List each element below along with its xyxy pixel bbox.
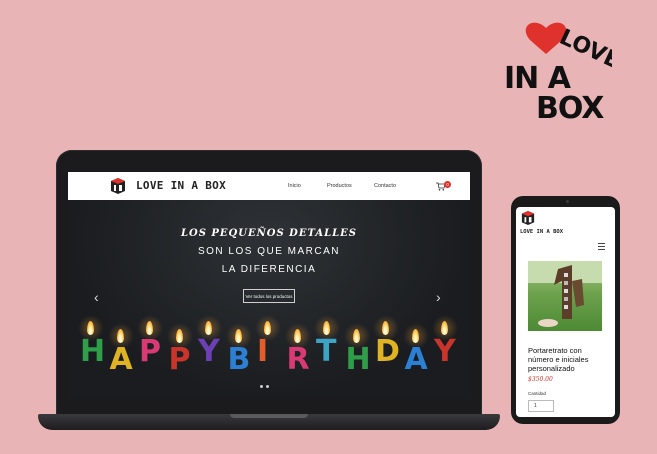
slider-dot[interactable] [260, 385, 263, 388]
laptop-screen: LOVE IN A BOX Inicio Productos Contacto … [68, 172, 470, 398]
candle-flame [293, 329, 301, 343]
candle-flame [87, 321, 94, 335]
site-header: LOVE IN A BOX Inicio Productos Contacto … [68, 172, 470, 200]
site-brand-name[interactable]: LOVE IN A BOX [136, 179, 226, 192]
phone-camera [566, 200, 569, 203]
candle-flame [205, 321, 212, 335]
hero-title-line3: LA DIFERENCIA [221, 264, 317, 275]
candle-letter: Y [198, 334, 220, 369]
product-title: Portaretrato con número e iniciales pers… [528, 346, 589, 373]
product-photo [528, 261, 602, 327]
brand-logo: LOVE IN A BOX [504, 22, 612, 124]
cart-count-badge: 0 [444, 181, 451, 188]
hero-title-line2: SON LOS QUE MARCAN [197, 246, 341, 257]
candle-flame [441, 321, 448, 335]
candle-flame [352, 329, 360, 343]
quantity-input[interactable]: 1 [528, 400, 554, 412]
candle-letter: P [168, 342, 191, 377]
chevron-right-icon[interactable]: › [436, 290, 441, 304]
candle-letter: T [316, 334, 337, 369]
phone-screen: LOVE IN A BOX Portaretrato con número e … [516, 207, 615, 417]
chevron-left-icon[interactable]: ‹ [94, 290, 99, 304]
box-logo-icon[interactable] [521, 210, 535, 226]
cart-button[interactable]: 0 [436, 181, 452, 191]
candle-letter: A [109, 342, 133, 377]
candle-letter: A [404, 342, 428, 377]
menu-icon[interactable] [598, 243, 605, 252]
candle-flame [234, 329, 242, 343]
laptop-notch [230, 414, 308, 418]
candle-letter: I [257, 334, 269, 369]
candle-flame [175, 329, 183, 343]
hero-banner: LOS PEQUEÑOS DETALLES SON LOS QUE MARCAN… [68, 200, 470, 398]
candle-flame [323, 321, 330, 335]
candle-letter: P [139, 334, 161, 369]
candle-flame [146, 321, 153, 335]
box-logo-icon[interactable] [110, 177, 126, 195]
candle-flame [411, 329, 419, 343]
candle-flame [116, 329, 124, 343]
candle-flame [382, 321, 389, 335]
hero-title-line1: LOS PEQUEÑOS DETALLES [180, 228, 358, 239]
candle-letter: Y [434, 334, 456, 369]
nav-productos[interactable]: Productos [327, 183, 352, 189]
candle-flame [264, 321, 271, 335]
slider-dot[interactable] [266, 385, 269, 388]
view-all-products-button[interactable]: Ver todos los productos [243, 289, 295, 303]
slider-dots[interactable] [260, 375, 272, 393]
logo-box-text: BOX [536, 91, 604, 124]
candle-letter: R [286, 342, 310, 377]
candle-letter: H [345, 342, 371, 377]
product-price: $350.00 [528, 376, 553, 383]
candle-letter: B [227, 342, 251, 377]
quantity-label: Cantidad [528, 391, 547, 396]
candle-letter: D [375, 334, 400, 369]
nav-inicio[interactable]: Inicio [288, 183, 301, 189]
mobile-brand-name[interactable]: LOVE IN A BOX [520, 229, 563, 235]
product-image[interactable] [528, 261, 602, 331]
nav-contacto[interactable]: Contacto [374, 183, 396, 189]
candle-letter: H [80, 334, 106, 369]
